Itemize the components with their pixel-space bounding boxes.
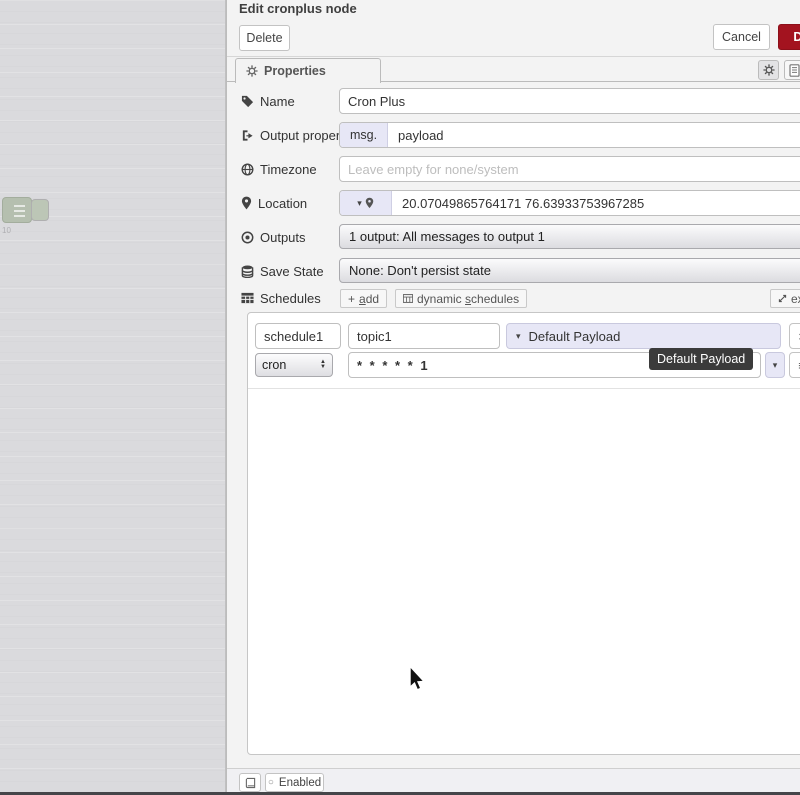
gear-icon (763, 64, 775, 76)
cancel-button[interactable]: Cancel (713, 24, 770, 50)
mouse-cursor (408, 666, 426, 692)
tray-toolbar: Delete Cancel Done (227, 18, 800, 57)
plus-icon: + (348, 292, 355, 306)
name-input[interactable] (339, 88, 800, 114)
schedule-menu-button[interactable]: ≡ (789, 352, 800, 378)
delete-button[interactable]: Delete (239, 25, 290, 51)
sign-out-icon (241, 129, 254, 142)
workspace-dim-overlay (0, 0, 226, 795)
payload-type-select[interactable]: ▾ Default Payload (506, 323, 781, 349)
tab-properties[interactable]: Properties (235, 58, 381, 83)
caret-down-icon: ▾ (773, 360, 778, 371)
tab-properties-label: Properties (264, 64, 326, 78)
schedule-name-input[interactable] (255, 323, 341, 349)
node-enabled-toggle[interactable]: ○ Enabled (265, 773, 324, 792)
expand-icon (778, 294, 787, 303)
location-value: 20.07049865764171 76.63933753967285 (402, 196, 644, 211)
flow-workspace: 10 (0, 0, 226, 795)
location-input[interactable]: ▾ 20.07049865764171 76.63933753967285 (339, 190, 800, 216)
schedule-type-select[interactable]: cron ▲▼ (255, 353, 333, 377)
table-icon (241, 292, 254, 304)
outputs-label: Outputs (241, 224, 306, 250)
tray-title: Edit cronplus node (239, 1, 357, 16)
schedule-list-item: ▾ Default Payload × cron ▲▼ ▾ ≡ Default … (248, 313, 800, 389)
caret-down-icon: ▾ (357, 198, 362, 209)
output-property-input[interactable]: msg. payload (339, 122, 800, 148)
schedule-topic-input[interactable] (348, 323, 500, 349)
table-icon (403, 294, 413, 303)
location-type-chip[interactable]: ▾ (340, 191, 392, 215)
map-marker-icon (365, 197, 374, 209)
outputs-select[interactable]: 1 output: All messages to output 1 (339, 224, 800, 249)
node-help-button[interactable] (239, 773, 261, 792)
database-icon (241, 265, 254, 278)
toggle-circle-icon: ○ (268, 777, 274, 788)
edit-tray: Edit cronplus node Delete Cancel Done Pr… (226, 0, 800, 795)
caret-down-icon: ▾ (516, 331, 521, 342)
output-property-value: payload (398, 128, 444, 143)
expand-button[interactable]: expand (770, 289, 800, 308)
tag-icon (241, 95, 254, 108)
properties-tab-button[interactable] (758, 60, 779, 80)
save-state-select[interactable]: None: Don't persist state (339, 258, 800, 283)
document-icon (789, 64, 800, 77)
timezone-input[interactable] (339, 156, 800, 182)
select-updown-icon: ▲▼ (320, 360, 326, 370)
map-marker-icon (241, 196, 252, 210)
tray-footer: ○ Enabled (227, 768, 800, 792)
location-label: Location (241, 190, 307, 216)
timezone-label: Timezone (241, 156, 317, 182)
done-button[interactable]: Done (778, 24, 800, 50)
schedules-list: ▾ Default Payload × cron ▲▼ ▾ ≡ Default … (247, 312, 800, 755)
payload-tooltip: Default Payload (649, 348, 753, 370)
dynamic-schedules-button[interactable]: dynamic schedules (395, 289, 527, 308)
msg-type-chip[interactable]: msg. (340, 123, 388, 147)
globe-icon (241, 163, 254, 176)
output-property-label: Output property (241, 122, 350, 148)
description-tab-button[interactable] (784, 60, 800, 80)
save-state-label: Save State (241, 258, 324, 284)
add-schedule-button[interactable]: + add (340, 289, 387, 308)
expression-dropdown-button[interactable]: ▾ (765, 352, 785, 378)
remove-schedule-button[interactable]: × (789, 323, 800, 349)
book-icon (245, 777, 256, 789)
gear-icon (246, 65, 258, 77)
dot-circle-icon (241, 231, 254, 244)
tab-bar: Properties (227, 58, 800, 82)
name-label: Name (241, 88, 295, 114)
schedules-label: Schedules (241, 287, 321, 309)
